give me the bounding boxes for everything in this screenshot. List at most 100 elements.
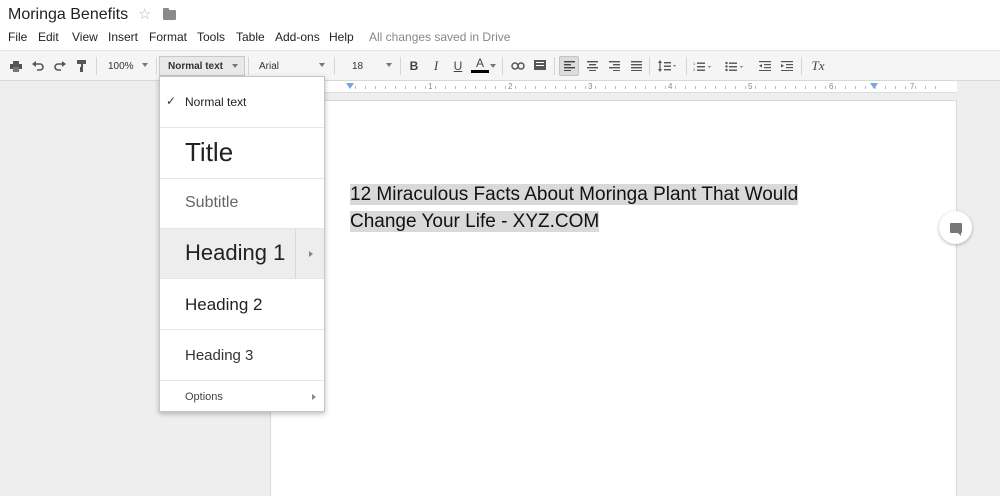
bulleted-list-icon[interactable]: [724, 56, 746, 76]
ruler-tick: [805, 86, 806, 89]
ruler-tick: [575, 86, 576, 89]
bold-button[interactable]: B: [406, 56, 422, 76]
style-option-options[interactable]: Options: [160, 381, 324, 412]
document-title[interactable]: Moringa Benefits: [8, 6, 128, 24]
menu-addons[interactable]: Add-ons: [275, 30, 320, 44]
italic-button[interactable]: I: [428, 56, 444, 76]
ruler-number: 5: [748, 82, 753, 91]
ruler-tick: [595, 86, 596, 89]
toolbar-separator: [686, 57, 687, 75]
ruler-tick: [635, 86, 636, 89]
style-dropdown[interactable]: Normal text: [159, 56, 245, 76]
chevron-down-icon[interactable]: [489, 56, 497, 76]
print-icon[interactable]: [8, 56, 24, 76]
ruler-tick: [815, 86, 816, 89]
ruler-tick: [455, 86, 456, 89]
style-value: Normal text: [168, 60, 224, 72]
style-option-label: Title: [185, 137, 234, 167]
folder-icon[interactable]: [163, 8, 176, 20]
ruler-tick: [915, 86, 916, 89]
menu-file[interactable]: File: [8, 30, 27, 44]
ruler-tick: [705, 86, 706, 89]
font-size-dropdown[interactable]: 18: [344, 56, 398, 76]
ruler-tick: [555, 86, 556, 89]
ruler-tick: [535, 86, 536, 89]
decrease-indent-icon[interactable]: [757, 56, 773, 76]
ruler-tick: [385, 86, 386, 89]
ruler-tick: [765, 86, 766, 89]
menu-edit[interactable]: Edit: [38, 30, 59, 44]
style-option-normal-text[interactable]: ✓ Normal text: [160, 77, 324, 128]
toolbar-separator: [156, 57, 157, 75]
heading-line-2: Change Your Life - XYZ.COM: [350, 211, 600, 232]
save-status: All changes saved in Drive: [369, 30, 511, 44]
comment-icon[interactable]: [532, 56, 548, 76]
ruler-tick: [905, 86, 906, 89]
menu-tools[interactable]: Tools: [197, 30, 225, 44]
line-spacing-icon[interactable]: [655, 56, 681, 76]
document-heading[interactable]: 12 Miraculous Facts About Moringa Plant …: [350, 181, 840, 235]
ruler-tick: [435, 86, 436, 89]
left-indent-marker[interactable]: [346, 83, 354, 89]
underline-button[interactable]: U: [450, 56, 466, 76]
undo-icon[interactable]: [30, 56, 46, 76]
text-color-button[interactable]: A: [471, 56, 489, 73]
menu-table[interactable]: Table: [236, 30, 265, 44]
align-justify-icon[interactable]: [627, 56, 645, 76]
style-option-label: Subtitle: [185, 194, 239, 211]
align-right-icon[interactable]: [605, 56, 623, 76]
paragraph-style-menu: ✓ Normal text Title Subtitle Heading 1 H…: [159, 76, 325, 412]
right-indent-marker[interactable]: [870, 83, 878, 89]
ruler-tick: [665, 86, 666, 89]
font-dropdown[interactable]: Arial: [251, 56, 331, 76]
heading-line-1: 12 Miraculous Facts About Moringa Plant …: [350, 184, 799, 205]
toolbar-separator: [554, 57, 555, 75]
ruler-tick: [505, 86, 506, 89]
toolbar-separator: [400, 57, 401, 75]
zoom-dropdown[interactable]: 100%: [100, 56, 154, 76]
paint-format-icon[interactable]: [74, 56, 90, 76]
style-option-heading-3[interactable]: Heading 3: [160, 330, 324, 381]
ruler-tick: [525, 86, 526, 89]
ruler-tick: [845, 86, 846, 89]
align-left-icon[interactable]: [559, 56, 579, 76]
chevron-right-icon: [312, 394, 316, 400]
style-option-label: Heading 1: [185, 240, 286, 265]
ruler-tick: [925, 86, 926, 89]
increase-indent-icon[interactable]: [779, 56, 795, 76]
menu-format[interactable]: Format: [149, 30, 187, 44]
menu-help[interactable]: Help: [329, 30, 354, 44]
menu-view[interactable]: View: [72, 30, 98, 44]
align-center-icon[interactable]: [583, 56, 601, 76]
font-value: Arial: [259, 60, 280, 72]
star-icon[interactable]: ☆: [138, 5, 151, 23]
ruler: 1 2 3 4 5 6 7: [325, 81, 957, 93]
comment-icon: [949, 222, 962, 236]
ruler-number: 2: [508, 82, 513, 91]
style-option-subtitle[interactable]: Subtitle: [160, 179, 324, 229]
add-comment-button[interactable]: [939, 211, 972, 244]
style-option-label: Options: [185, 391, 223, 403]
ruler-tick: [735, 86, 736, 89]
ruler-tick: [355, 86, 356, 89]
menu-bar: File Edit View Insert Format Tools Table…: [0, 27, 1000, 50]
ruler-tick: [585, 86, 586, 89]
chevron-down-icon: [386, 63, 392, 67]
ruler-tick: [715, 86, 716, 89]
ruler-tick: [755, 86, 756, 89]
document-page[interactable]: [270, 100, 957, 496]
clear-formatting-icon[interactable]: Tx: [808, 56, 828, 76]
ruler-tick: [545, 86, 546, 89]
ruler-tick: [475, 86, 476, 89]
redo-icon[interactable]: [52, 56, 68, 76]
style-option-heading-2[interactable]: Heading 2: [160, 279, 324, 330]
menu-insert[interactable]: Insert: [108, 30, 138, 44]
ruler-tick: [745, 86, 746, 89]
style-option-heading-1[interactable]: Heading 1: [160, 229, 324, 279]
chevron-down-icon: [319, 63, 325, 67]
chevron-right-icon[interactable]: [309, 251, 313, 257]
font-size-value: 18: [352, 60, 364, 72]
link-icon[interactable]: [509, 56, 527, 76]
numbered-list-icon[interactable]: 12: [692, 56, 714, 76]
style-option-title[interactable]: Title: [160, 128, 324, 179]
